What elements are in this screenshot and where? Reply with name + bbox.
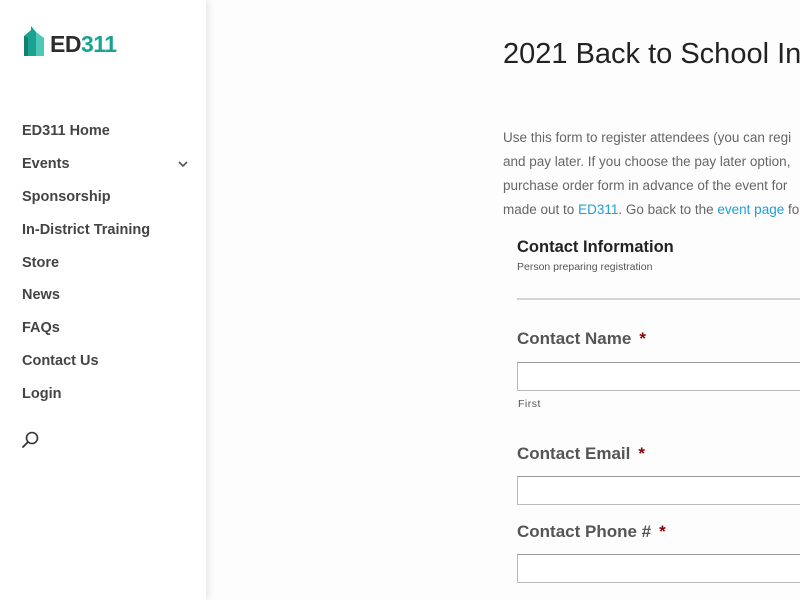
sidebar-item-home[interactable]: ED311 Home: [22, 115, 192, 148]
sidebar-item-news[interactable]: News: [22, 279, 192, 312]
sidebar-item-label: Events: [22, 156, 70, 173]
sidebar-item-events[interactable]: Events: [22, 148, 192, 181]
event-page-link[interactable]: event page: [717, 202, 784, 217]
section-title: Contact Information: [517, 238, 674, 256]
intro-line: and pay later. If you choose the pay lat…: [503, 154, 791, 169]
sidebar-item-label: FAQs: [22, 320, 60, 337]
contact-information-section: Contact Information Person preparing reg…: [517, 238, 800, 273]
contact-phone-input[interactable]: [517, 554, 800, 583]
intro-text: . Go back to the: [618, 202, 718, 217]
intro-line: made out to ED311. Go back to the event …: [503, 198, 800, 222]
sidebar-item-label: ED311 Home: [22, 123, 110, 140]
required-asterisk: *: [659, 522, 666, 541]
field-label-text: Contact Email: [517, 444, 631, 463]
sidebar-item-contact-us[interactable]: Contact Us: [22, 345, 192, 378]
contact-phone-label: Contact Phone # *: [517, 522, 666, 542]
sidebar-item-label: Login: [22, 385, 62, 402]
section-divider: [517, 298, 800, 300]
logo-text-suffix: 311: [80, 30, 117, 57]
book-building-icon: [24, 26, 44, 56]
sidebar-item-label: In-District Training: [22, 221, 151, 238]
ed311-link[interactable]: ED311: [578, 202, 618, 217]
section-description: Person preparing registration: [517, 261, 653, 273]
sidebar-item-sponsorship[interactable]: Sponsorship: [22, 181, 192, 214]
intro-line: purchase order form in advance of the ev…: [503, 178, 788, 193]
search-icon[interactable]: [21, 430, 41, 450]
intro-text: made out to: [503, 202, 579, 217]
field-label-text: Contact Phone #: [517, 522, 652, 541]
field-label-text: Contact Name: [517, 329, 632, 348]
logo[interactable]: ED311: [22, 24, 117, 58]
logo-text-prefix: ED: [50, 30, 81, 57]
required-asterisk: *: [639, 329, 646, 348]
sidebar-item-label: Sponsorship: [22, 188, 111, 205]
logo-text: ED311: [50, 30, 117, 57]
sidebar-item-in-district-training[interactable]: In-District Training: [22, 213, 192, 246]
intro-paragraph: Use this form to register attendees (you…: [503, 126, 800, 222]
sidebar-item-label: Store: [22, 254, 60, 271]
sidebar-item-faqs[interactable]: FAQs: [22, 312, 192, 345]
sidebar-nav: ED311 Home Events Sponsorship In-Distric…: [22, 115, 192, 410]
intro-text: fo: [784, 202, 800, 217]
first-name-sublabel: First: [518, 398, 541, 410]
sidebar: ED311 ED311 Home Events Sponsorship In-D…: [0, 0, 207, 600]
contact-name-label: Contact Name *: [517, 329, 646, 349]
contact-email-input[interactable]: [517, 476, 800, 505]
page-title: 2021 Back to School In: [503, 38, 800, 70]
required-asterisk: *: [638, 444, 645, 463]
main-content: 2021 Back to School In Use this form to …: [207, 0, 800, 600]
contact-email-label: Contact Email *: [517, 444, 645, 464]
intro-line: Use this form to register attendees (you…: [503, 130, 792, 145]
chevron-down-icon[interactable]: [176, 157, 190, 171]
sidebar-item-label: Contact Us: [22, 352, 99, 369]
sidebar-item-label: News: [22, 287, 60, 304]
sidebar-item-login[interactable]: Login: [22, 377, 192, 410]
contact-name-first-input[interactable]: [517, 362, 800, 391]
sidebar-item-store[interactable]: Store: [22, 246, 192, 279]
